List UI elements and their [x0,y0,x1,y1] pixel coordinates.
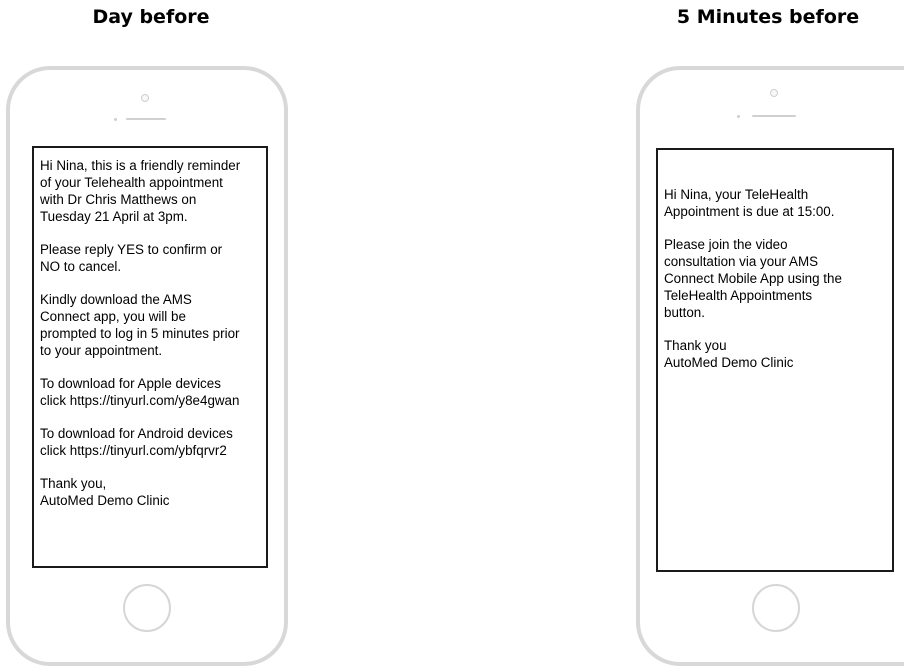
five-minutes-before-heading: 5 Minutes before [676,6,860,28]
home-button [123,584,171,632]
camera-icon [141,94,149,102]
sensor-icon [114,118,117,121]
speaker-grille [752,115,796,117]
sms-message-day-before: Hi Nina, this is a friendly reminder of … [40,157,268,525]
speaker-grille [126,118,166,120]
message-paragraph: Kindly download the AMS Connect app, you… [40,292,240,358]
message-paragraph: Hi Nina, this is a friendly reminder of … [40,158,241,224]
message-paragraph: Thank you, AutoMed Demo Clinic [40,476,170,508]
message-paragraph: Please reply YES to confirm or NO to can… [40,242,223,274]
message-paragraph: Please join the video consultation via y… [664,237,842,320]
message-paragraph: To download for Android devices click ht… [40,426,233,458]
day-before-heading: Day before [92,6,210,28]
sensor-icon [737,115,740,118]
message-paragraph: To download for Apple devices click http… [40,376,240,408]
message-paragraph: Hi Nina, your TeleHealth Appointment is … [664,187,835,219]
sms-message-five-minutes-before: Hi Nina, your TeleHealth Appointment is … [664,186,892,387]
message-paragraph: Thank you AutoMed Demo Clinic [664,338,794,370]
home-button [752,584,800,632]
camera-icon [770,89,778,97]
